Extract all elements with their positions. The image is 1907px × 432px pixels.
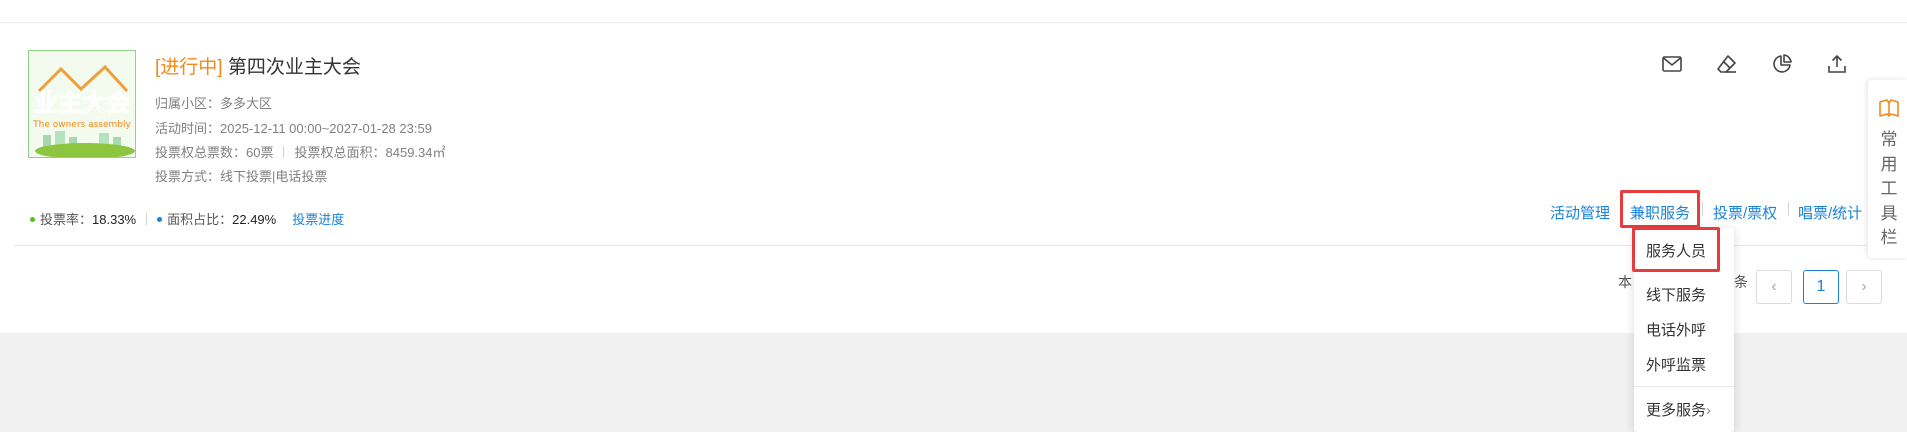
next-page-button[interactable]: › [1846,270,1882,304]
row-divider [14,245,1867,246]
logo-title: 业主大会 [34,89,130,117]
page-background [0,333,1907,432]
community-row: 归属小区：多多大区 [155,93,272,112]
status-tag: [进行中] [155,57,223,78]
logo-subtitle: The owners assembly [32,120,131,130]
area-label: 投票权总面积： [294,145,386,160]
divider [283,146,285,158]
event-thumbnail: 业主大会 The owners assembly [28,50,136,158]
menu-item-outbound-monitor[interactable]: 外呼监票 [1646,354,1706,375]
vote-rate-label: 投票率： [40,212,93,227]
prev-page-button[interactable]: ‹ [1756,270,1792,304]
area-ratio-label: 面积占比： [167,212,233,227]
upload-icon[interactable] [1825,52,1849,76]
pie-chart-icon[interactable] [1770,52,1794,76]
book-icon [1879,99,1899,117]
method-value: 线下投票|电话投票 [220,169,328,184]
pager-text-left: 本 [1618,274,1632,290]
stats-row: 投票率：18.33% 面积占比：22.49% 投票进度 [30,209,344,228]
votes-value: 60票 [246,145,274,160]
menu-divider [1634,386,1734,387]
divider [1788,202,1789,216]
eraser-icon[interactable] [1715,52,1739,76]
community-value: 多多大区 [220,96,273,111]
service-staff-highlight [1632,227,1720,272]
divider [146,213,148,225]
vote-progress-link[interactable]: 投票进度 [292,212,344,227]
page-1-button[interactable]: 1 [1803,270,1839,304]
common-toolbar[interactable]: 常用工具栏 [1868,80,1907,258]
mail-icon[interactable] [1660,52,1684,76]
community-label: 归属小区： [155,96,221,111]
card-toolbar-icons [1660,52,1860,76]
vote-rate-dot [30,217,35,222]
menu-item-phone-outbound[interactable]: 电话外呼 [1646,319,1706,340]
activity-manage-link[interactable]: 活动管理 [1550,202,1610,223]
area-ratio-dot [157,217,163,222]
divider [1702,202,1703,216]
area-value: 8459.34㎡ [385,145,446,160]
more-services-label: 更多服务 [1646,402,1707,419]
area-ratio-value: 22.49% [232,212,277,227]
menu-item-offline-service[interactable]: 线下服务 [1646,284,1706,305]
vote-rate-value: 18.33% [92,212,137,227]
time-value: 2025-12-11 00:00~2027-01-28 23:59 [220,121,432,136]
toolbar-label: 常用工具栏 [1880,130,1898,247]
time-row: 活动时间：2025-12-11 00:00~2027-01-28 23:59 [155,118,432,137]
method-label: 投票方式： [155,169,221,184]
menu-item-more-services[interactable]: 更多服务› [1646,399,1711,420]
votes-label: 投票权总票数： [155,145,247,160]
event-name: 第四次业主大会 [227,57,361,78]
votes-row: 投票权总票数：60票 投票权总面积：8459.34㎡ [155,142,446,161]
chevron-right-icon: › [1706,402,1712,419]
event-logo: 业主大会 The owners assembly [29,51,135,157]
method-row: 投票方式：线下投票|电话投票 [155,166,327,185]
event-title: [进行中] 第四次业主大会 [155,52,361,79]
part-time-service-highlight [1620,190,1700,228]
time-label: 活动时间： [155,121,221,136]
vote-rights-link[interactable]: 投票/票权 [1713,202,1777,223]
pager-text-right: 条 [1734,274,1748,290]
count-stats-link[interactable]: 唱票/统计 [1798,202,1862,223]
